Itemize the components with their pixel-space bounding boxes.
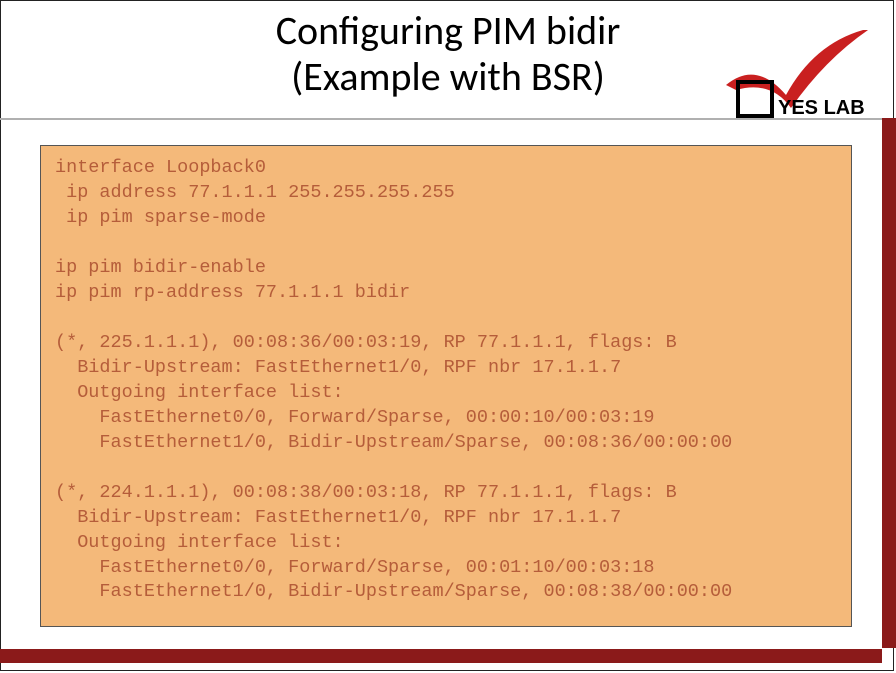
logo-text: YES LAB <box>778 97 865 119</box>
yes-lab-logo: YES LAB <box>696 30 886 120</box>
code-box: interface Loopback0 ip address 77.1.1.1 … <box>40 145 852 627</box>
decor-bar-bottom <box>0 649 882 663</box>
slide: Configuring PIM bidir (Example with BSR)… <box>0 0 896 673</box>
decor-bar-right <box>882 118 896 648</box>
header-divider <box>0 118 882 120</box>
